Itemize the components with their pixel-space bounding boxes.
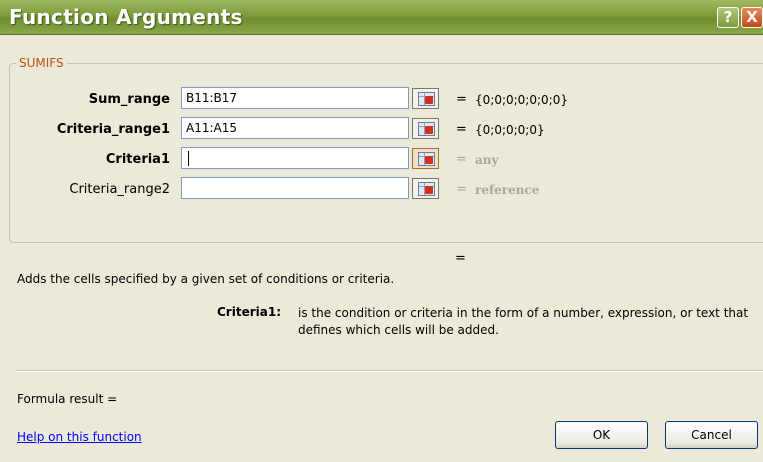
- function-result-equals: =: [455, 251, 466, 266]
- range-arrow-icon: [425, 96, 433, 104]
- range-arrow-icon: [425, 186, 433, 194]
- function-arguments-dialog: Function Arguments ? X SUMIFS Sum_range …: [0, 0, 763, 462]
- criteria-range2-equals: =: [456, 182, 467, 197]
- function-description: Adds the cells specified by a given set …: [17, 272, 395, 286]
- criteria-range1-equals: =: [456, 122, 467, 137]
- criteria-range2-label: Criteria_range2: [69, 182, 170, 197]
- text-cursor: [188, 151, 189, 166]
- close-icon[interactable]: X: [741, 7, 763, 28]
- argument-help-name: Criteria1:: [217, 305, 281, 319]
- argument-help-text: is the condition or criteria in the form…: [298, 306, 749, 337]
- function-name-label: SUMIFS: [16, 56, 67, 70]
- criteria1-collapse-button[interactable]: [412, 148, 439, 169]
- criteria-range2-result: reference: [475, 183, 540, 197]
- sum-range-equals: =: [456, 92, 467, 107]
- help-icon[interactable]: ?: [717, 7, 739, 28]
- title-bar: Function Arguments ? X: [0, 0, 763, 35]
- divider: [17, 370, 763, 372]
- criteria1-result: any: [475, 153, 499, 167]
- criteria-range1-input[interactable]: A11:A15: [181, 117, 409, 139]
- criteria-range1-result: {0;0;0;0;0}: [475, 123, 545, 137]
- criteria-range2-collapse-button[interactable]: [412, 178, 439, 199]
- criteria-range2-input[interactable]: [181, 177, 409, 199]
- sum-range-result: {0;0;0;0;0;0;0}: [475, 93, 568, 107]
- criteria1-equals: =: [456, 152, 467, 167]
- criteria1-label: Criteria1: [105, 152, 170, 167]
- help-on-function-link[interactable]: Help on this function: [17, 430, 142, 444]
- sum-range-input[interactable]: B11:B17: [181, 87, 409, 109]
- sum-range-collapse-button[interactable]: [412, 88, 439, 109]
- ok-button[interactable]: OK: [555, 421, 648, 449]
- range-arrow-icon: [425, 126, 433, 134]
- sum-range-label: Sum_range: [88, 92, 170, 107]
- formula-result: Formula result =: [17, 392, 118, 406]
- criteria-range1-collapse-button[interactable]: [412, 118, 439, 139]
- dialog-title: Function Arguments: [9, 5, 243, 29]
- range-arrow-icon: [425, 156, 433, 164]
- criteria1-input[interactable]: [181, 147, 409, 169]
- cancel-button[interactable]: Cancel: [665, 421, 758, 449]
- criteria-range1-label: Criteria_range1: [56, 122, 170, 137]
